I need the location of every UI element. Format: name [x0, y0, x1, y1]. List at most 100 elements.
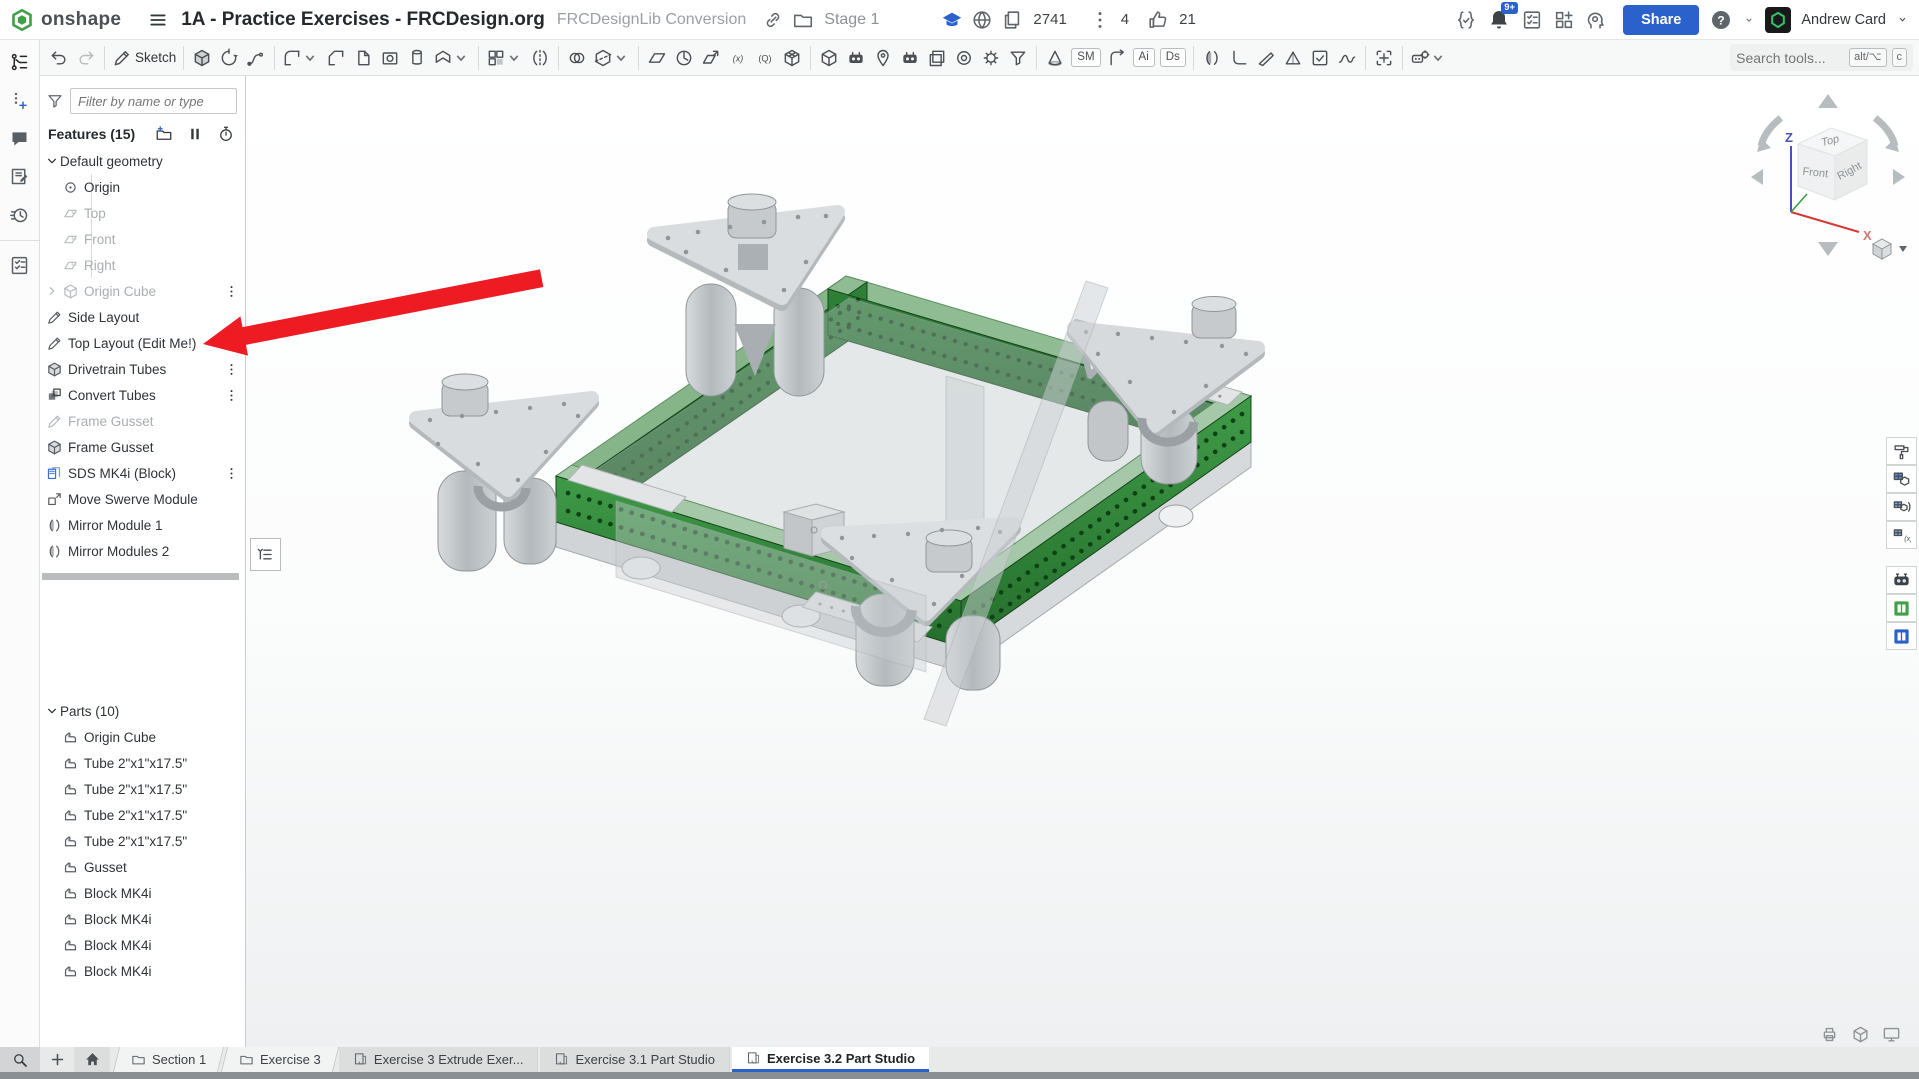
sheet-metal-button[interactable]: SM: [1069, 44, 1102, 72]
feature-row-frame-gusset[interactable]: Frame Gusset: [40, 434, 245, 460]
ai-tool-button[interactable]: Ai: [1131, 44, 1157, 72]
context-menu-icon[interactable]: [224, 465, 239, 482]
tab-exercise-3-1[interactable]: Exercise 3.1 Part Studio: [540, 1047, 729, 1072]
search-tools[interactable]: alt/⌥ c: [1730, 44, 1913, 70]
print-icon[interactable]: [1820, 1025, 1839, 1044]
robot-feature-button[interactable]: [1408, 44, 1450, 72]
mirror-part-button[interactable]: [1199, 44, 1225, 72]
gear-tool-button[interactable]: [978, 44, 1004, 72]
history-panel-button[interactable]: [6, 200, 34, 228]
fillet-button[interactable]: [280, 44, 322, 72]
share-button[interactable]: Share: [1623, 5, 1699, 35]
mirror-button[interactable]: [527, 44, 553, 72]
filter-tool-button[interactable]: [1005, 44, 1031, 72]
search-tabs-button[interactable]: [0, 1047, 40, 1072]
feature-row-right-plane[interactable]: Right: [40, 252, 245, 278]
robot-helper-button[interactable]: [1886, 566, 1917, 594]
learning-center-icon[interactable]: [941, 9, 963, 31]
wedge-button[interactable]: [1253, 44, 1279, 72]
comments-panel-button[interactable]: [6, 124, 34, 152]
feature-row-convert-tubes[interactable]: Convert Tubes: [40, 382, 245, 408]
plane-button[interactable]: [644, 44, 670, 72]
helix-button[interactable]: [671, 44, 697, 72]
tab-exercise-3[interactable]: Exercise 3: [221, 1047, 339, 1072]
chevron-down-icon[interactable]: [44, 703, 60, 719]
feature-row-mirror-modules-2[interactable]: Mirror Modules 2: [40, 538, 245, 564]
location-label[interactable]: Stage 1: [824, 11, 879, 29]
sweep-button[interactable]: [243, 44, 269, 72]
chamfer-button[interactable]: [323, 44, 349, 72]
part-row-block-2[interactable]: Block MK4i: [40, 906, 245, 932]
green-docs-button[interactable]: [1886, 594, 1917, 622]
filter-icon[interactable]: [46, 92, 64, 110]
add-tab-button[interactable]: [40, 1047, 74, 1072]
corner-button[interactable]: [1280, 44, 1306, 72]
chevron-down-icon[interactable]: [44, 153, 60, 169]
user-name[interactable]: Andrew Card: [1801, 12, 1886, 28]
context-menu-icon[interactable]: [224, 283, 239, 300]
transform-button[interactable]: [698, 44, 724, 72]
filter-input[interactable]: [70, 88, 237, 114]
tab-exercise-3-extrude[interactable]: Exercise 3 Extrude Exer...: [339, 1047, 539, 1072]
redo-button[interactable]: [73, 44, 99, 72]
part-row-tube-4[interactable]: Tube 2"x1"x17.5": [40, 828, 245, 854]
feature-script-check-icon[interactable]: [1455, 9, 1477, 31]
versions-icon[interactable]: [1089, 9, 1111, 31]
tab-exercise-3-2[interactable]: Exercise 3.2 Part Studio: [732, 1047, 929, 1072]
notifications-bell[interactable]: 9+: [1487, 8, 1511, 32]
frame-button[interactable]: [779, 44, 805, 72]
horizontal-scrollbar[interactable]: [42, 573, 239, 580]
featurescript-bot-button[interactable]: [843, 44, 869, 72]
main-menu-icon[interactable]: [145, 7, 171, 33]
derived-button[interactable]: [924, 44, 950, 72]
view-options-button[interactable]: [1873, 239, 1907, 259]
feature-row-side-layout[interactable]: Side Layout: [40, 304, 245, 330]
split-button[interactable]: [591, 44, 633, 72]
feature-row-drivetrain-tubes[interactable]: Drivetrain Tubes: [40, 356, 245, 382]
variables-panel-button[interactable]: [6, 86, 34, 114]
feature-row-origin-cube[interactable]: Origin Cube: [40, 278, 245, 304]
public-globe-icon[interactable]: [971, 9, 993, 31]
notes-panel-button[interactable]: [6, 162, 34, 190]
feature-row-front-plane[interactable]: Front: [40, 226, 245, 252]
feature-row-top-layout[interactable]: Top Layout (Edit Me!): [40, 330, 245, 356]
thicken-button[interactable]: [431, 44, 473, 72]
tasks-icon[interactable]: [1521, 9, 1543, 31]
feature-row-mirror-module-1[interactable]: Mirror Module 1: [40, 512, 245, 538]
shell-button[interactable]: [377, 44, 403, 72]
parts-header-row[interactable]: Parts (10): [40, 698, 245, 724]
part-row-origin-cube[interactable]: Origin Cube: [40, 724, 245, 750]
draft-button[interactable]: [350, 44, 376, 72]
config-table-button[interactable]: [1886, 465, 1917, 493]
part-row-gusset[interactable]: Gusset: [40, 854, 245, 880]
context-menu-icon[interactable]: [224, 387, 239, 404]
feature-list-panel-button[interactable]: [6, 48, 34, 76]
routing-button[interactable]: [1334, 44, 1360, 72]
link-icon[interactable]: [762, 9, 784, 31]
feature-row-frame-gusset-sketch[interactable]: Frame Gusset: [40, 408, 245, 434]
feature-row-default-geometry[interactable]: Default geometry: [40, 148, 245, 174]
feature-row-move-swerve-module[interactable]: Move Swerve Module: [40, 486, 245, 512]
feature-row-sds-mk4i[interactable]: SDS MK4i (Block): [40, 460, 245, 486]
collapse-panel-button[interactable]: [250, 538, 281, 571]
chevron-right-icon[interactable]: [44, 283, 60, 299]
part-row-tube-3[interactable]: Tube 2"x1"x17.5": [40, 802, 245, 828]
insert-part-button[interactable]: [816, 44, 842, 72]
feature-row-top-plane[interactable]: Top: [40, 200, 245, 226]
display-settings-icon[interactable]: [1882, 1025, 1901, 1044]
checklist-panel-button[interactable]: [6, 251, 34, 279]
new-folder-icon[interactable]: [155, 125, 173, 143]
rollback-timer-icon[interactable]: [217, 125, 235, 143]
part-row-tube-1[interactable]: Tube 2"x1"x17.5": [40, 750, 245, 776]
custom-feature-button[interactable]: [897, 44, 923, 72]
help-icon[interactable]: ?: [1709, 8, 1733, 32]
hole-button[interactable]: [404, 44, 430, 72]
part-row-block-3[interactable]: Block MK4i: [40, 932, 245, 958]
linear-pattern-button[interactable]: [484, 44, 526, 72]
feature-row-origin[interactable]: Origin: [40, 174, 245, 200]
undo-button[interactable]: [46, 44, 72, 72]
measure-button[interactable]: (Q): [752, 44, 778, 72]
folder-icon[interactable]: [792, 9, 814, 31]
part-row-tube-2[interactable]: Tube 2"x1"x17.5": [40, 776, 245, 802]
revolve-button[interactable]: [216, 44, 242, 72]
